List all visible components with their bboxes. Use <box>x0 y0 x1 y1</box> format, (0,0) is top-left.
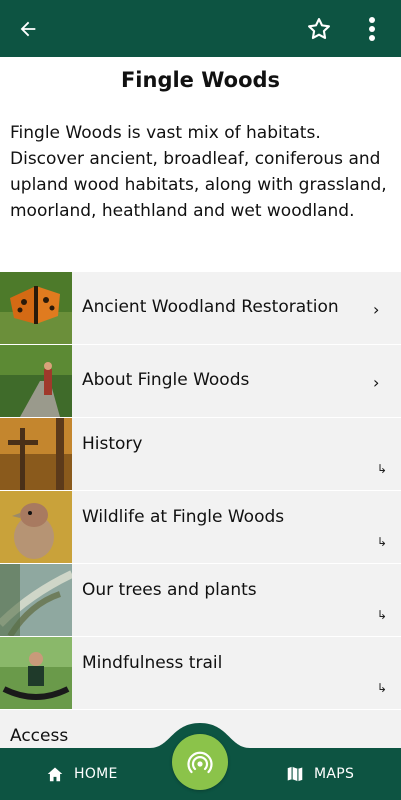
hammock-person-photo <box>0 637 72 709</box>
list-item-label: Wildlife at Fingle Woods <box>82 507 285 527</box>
page-title: Fingle Woods <box>120 68 281 92</box>
maps-nav-button[interactable]: MAPS <box>286 748 354 800</box>
more-options-button[interactable] <box>352 0 392 57</box>
subdirectory-arrow-icon: ↳ <box>377 535 388 549</box>
list-item-wildlife-at-fingle-woods[interactable]: Wildlife at Fingle Woods ↳ <box>0 491 401 564</box>
list-item-label: Ancient Woodland Restoration <box>82 297 339 317</box>
autumn-signpost-photo <box>0 418 72 490</box>
subdirectory-arrow-icon: ↳ <box>377 462 388 476</box>
chevron-right-icon: › <box>373 300 380 319</box>
arrow-left-icon <box>20 21 36 36</box>
list-item-label: Mindfulness trail <box>82 653 223 673</box>
content-list: Ancient Woodland Restoration › About Fin… <box>0 272 401 783</box>
subdirectory-arrow-icon: ↳ <box>377 681 388 695</box>
star-outline-icon <box>308 17 330 39</box>
app-bar <box>0 0 401 57</box>
home-nav-button[interactable]: HOME <box>46 748 118 800</box>
back-button[interactable] <box>8 0 48 57</box>
more-vertical-icon <box>369 16 375 41</box>
nearby-broadcast-button[interactable] <box>172 734 228 790</box>
home-nav-label: HOME <box>74 766 118 782</box>
butterfly-photo <box>0 272 72 344</box>
list-item-label: History <box>82 434 143 454</box>
page-description: Fingle Woods is vast mix of habitats. Di… <box>10 123 387 221</box>
list-item-history[interactable]: History ↳ <box>0 418 401 491</box>
trees-photo <box>0 564 72 636</box>
home-icon <box>47 767 63 782</box>
list-item-label: About Fingle Woods <box>82 370 250 390</box>
list-item-mindfulness-trail[interactable]: Mindfulness trail ↳ <box>0 637 401 710</box>
list-item-our-trees-and-plants[interactable]: Our trees and plants ↳ <box>0 564 401 637</box>
favorite-button[interactable] <box>298 0 340 57</box>
list-item-label: Our trees and plants <box>82 580 257 600</box>
broadcast-signal-icon <box>187 751 213 774</box>
map-icon <box>287 766 303 782</box>
list-item-ancient-woodland-restoration[interactable]: Ancient Woodland Restoration › <box>0 272 401 345</box>
subdirectory-arrow-icon: ↳ <box>377 608 388 622</box>
list-item-about-fingle-woods[interactable]: About Fingle Woods › <box>0 345 401 418</box>
chevron-right-icon: › <box>373 373 380 392</box>
woodland-path-photo <box>0 345 72 417</box>
bird-photo <box>0 491 72 563</box>
maps-nav-label: MAPS <box>314 766 355 782</box>
